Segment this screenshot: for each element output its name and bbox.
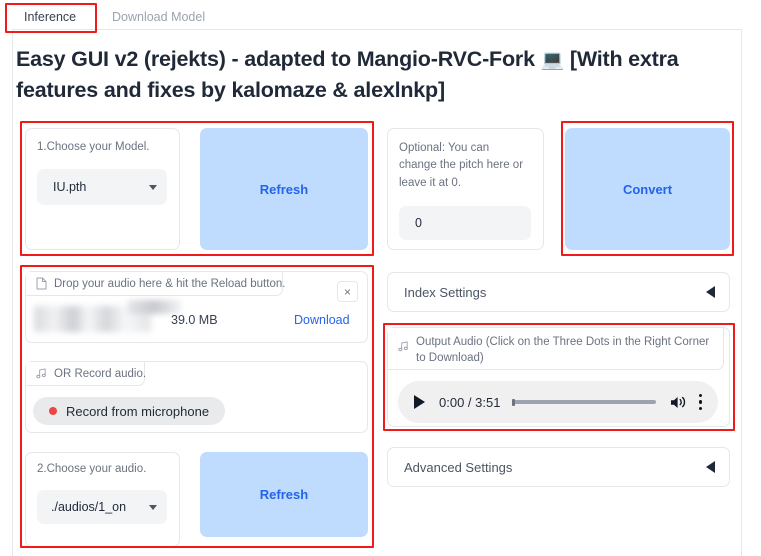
application-root: Inference Download Model Easy GUI v2 (re… — [0, 0, 761, 556]
chevron-down-icon — [149, 504, 157, 510]
chevron-left-icon — [706, 461, 715, 473]
model-dropdown[interactable]: IU.pth — [37, 169, 167, 205]
pitch-input[interactable]: 0 — [399, 206, 531, 240]
record-button-label: Record from microphone — [66, 403, 210, 419]
volume-icon[interactable] — [670, 395, 687, 410]
file-download-link[interactable]: Download — [294, 313, 350, 327]
audio-refresh-button[interactable]: Refresh — [200, 452, 368, 537]
music-note-icon — [398, 341, 409, 352]
tab-bar: Inference Download Model — [12, 5, 742, 30]
laptop-icon: 💻 — [540, 50, 565, 71]
index-settings-label: Index Settings — [404, 284, 487, 300]
model-refresh-button[interactable]: Refresh — [200, 128, 368, 250]
audio-dropdown[interactable]: ./audios/1_on — [37, 490, 167, 524]
file-clear-button[interactable]: × — [337, 281, 358, 302]
audio-time-display: 0:00 / 3:51 — [439, 394, 501, 410]
redacted-filename-extra — [128, 300, 181, 314]
play-icon[interactable] — [414, 395, 425, 409]
index-settings-accordion[interactable]: Index Settings — [387, 272, 730, 312]
file-size-text: 39.0 MB — [171, 313, 218, 327]
advanced-settings-accordion[interactable]: Advanced Settings — [387, 447, 730, 487]
audio-player: 0:00 / 3:51 — [398, 381, 718, 423]
model-label: 1.Choose your Model. — [37, 141, 150, 153]
record-header: OR Record audio. — [26, 362, 147, 386]
audio-seek-slider[interactable] — [512, 398, 656, 406]
file-drop-label: Drop your audio here & hit the Reload bu… — [54, 277, 286, 290]
file-drop-header: Drop your audio here & hit the Reload bu… — [26, 272, 286, 296]
more-options-icon[interactable] — [698, 393, 702, 411]
convert-button[interactable]: Convert — [565, 128, 730, 250]
model-dropdown-value: IU.pth — [53, 180, 87, 194]
page-title: Easy GUI v2 (rejekts) - adapted to Mangi… — [16, 44, 716, 105]
tab-download-model[interactable]: Download Model — [112, 5, 205, 30]
music-note-icon — [36, 368, 47, 379]
record-header-label: OR Record audio. — [54, 367, 147, 380]
tab-inference[interactable]: Inference — [24, 5, 76, 30]
pitch-label: Optional: You can change the pitch here … — [399, 142, 524, 189]
file-icon — [36, 277, 47, 290]
output-audio-header: Output Audio (Click on the Three Dots in… — [388, 328, 724, 370]
output-audio-label: Output Audio (Click on the Three Dots in… — [416, 336, 710, 364]
audio-label: 2.Choose your audio. — [37, 463, 147, 475]
record-dot-icon — [49, 407, 57, 415]
record-from-microphone-button[interactable]: Record from microphone — [33, 397, 226, 425]
advanced-settings-label: Advanced Settings — [404, 459, 513, 475]
page-title-text-1: Easy GUI v2 (rejekts) - adapted to Mangi… — [16, 47, 541, 71]
chevron-down-icon — [149, 184, 157, 190]
audio-dropdown-value: ./audios/1_on — [51, 500, 127, 514]
chevron-left-icon — [706, 286, 715, 298]
